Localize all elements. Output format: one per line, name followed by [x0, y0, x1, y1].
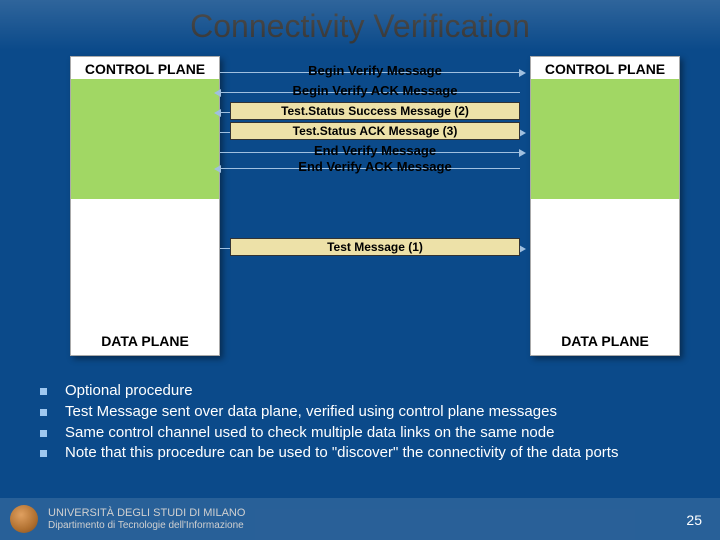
msg-test-status-ack: Test.Status ACK Message (3): [230, 122, 520, 140]
bullet-icon: [40, 450, 47, 457]
msg-test-status-success: Test.Status Success Message (2): [230, 102, 520, 120]
msg-test-message: Test Message (1): [230, 238, 520, 256]
bullet-text: Optional procedure: [65, 382, 193, 401]
bullet-text: Test Message sent over data plane, verif…: [65, 403, 557, 422]
bullet-item: Test Message sent over data plane, verif…: [40, 403, 680, 422]
footer: UNIVERSITÀ DEGLI STUDI DI MILANO Diparti…: [0, 498, 720, 540]
footer-line1: UNIVERSITÀ DEGLI STUDI DI MILANO: [48, 507, 245, 519]
bullet-icon: [40, 409, 47, 416]
left-data-label: DATA PLANE: [71, 333, 219, 349]
bullet-icon: [40, 430, 47, 437]
footer-text: UNIVERSITÀ DEGLI STUDI DI MILANO Diparti…: [48, 507, 245, 530]
page-number: 25: [686, 512, 702, 528]
bullet-icon: [40, 388, 47, 395]
left-plane-box: CONTROL PLANE DATA PLANE: [70, 56, 220, 356]
bullet-text: Note that this procedure can be used to …: [65, 444, 618, 463]
right-control-label: CONTROL PLANE: [531, 57, 679, 81]
bullet-item: Note that this procedure can be used to …: [40, 444, 680, 463]
msg-begin-verify-ack: Begin Verify ACK Message: [230, 82, 520, 99]
left-control-region: [71, 79, 219, 199]
right-data-label: DATA PLANE: [531, 333, 679, 349]
left-control-label: CONTROL PLANE: [71, 57, 219, 81]
bullet-item: Same control channel used to check multi…: [40, 424, 680, 443]
right-control-region: [531, 79, 679, 199]
footer-line2: Dipartimento di Tecnologie dell'Informaz…: [48, 520, 245, 531]
bullet-item: Optional procedure: [40, 382, 680, 401]
bullet-text: Same control channel used to check multi…: [65, 424, 554, 443]
university-logo-icon: [10, 505, 38, 533]
msg-end-verify-ack: End Verify ACK Message: [230, 158, 520, 175]
msg-begin-verify: Begin Verify Message: [230, 62, 520, 79]
connectivity-diagram: CONTROL PLANE DATA PLANE CONTROL PLANE D…: [70, 48, 680, 378]
bullet-list: Optional procedure Test Message sent ove…: [40, 382, 680, 465]
right-plane-box: CONTROL PLANE DATA PLANE: [530, 56, 680, 356]
msg-end-verify: End Verify Message: [230, 142, 520, 159]
